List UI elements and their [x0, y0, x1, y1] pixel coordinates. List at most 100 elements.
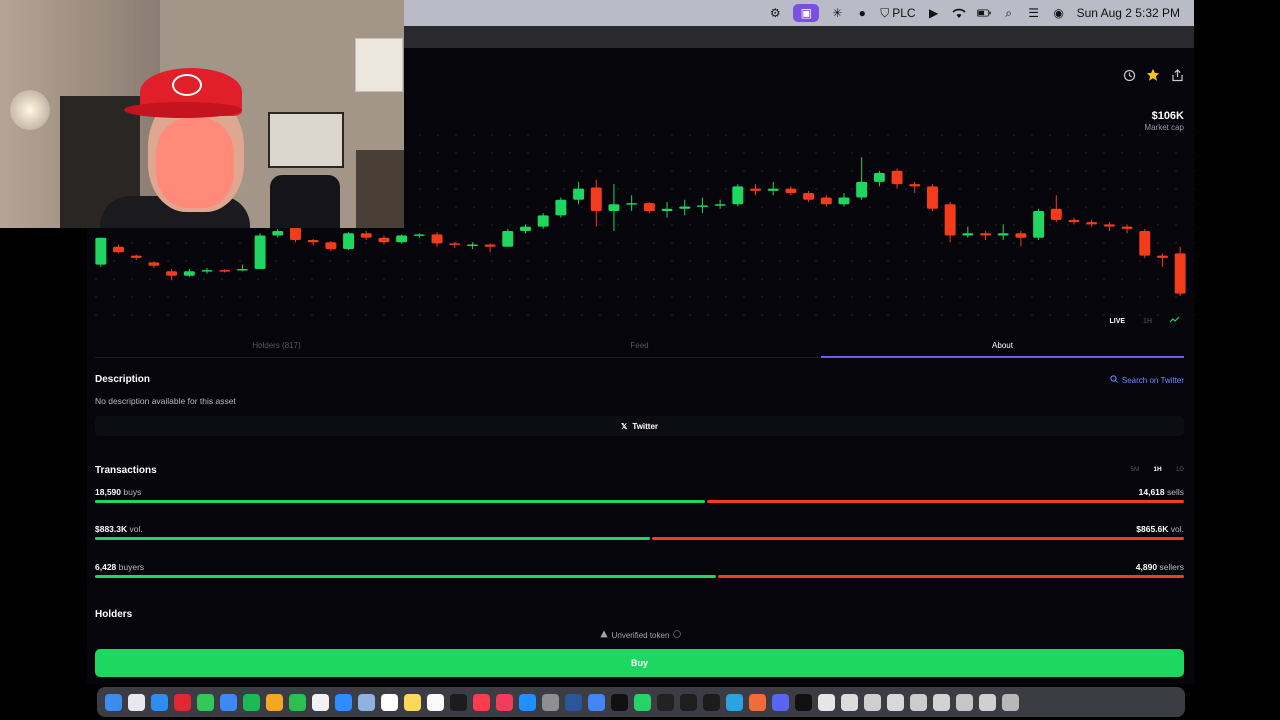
appstore-icon[interactable]: [519, 693, 536, 711]
candle[interactable]: [537, 213, 549, 229]
candle[interactable]: [785, 186, 797, 196]
candle[interactable]: [980, 231, 992, 240]
candle[interactable]: [148, 261, 160, 268]
candle[interactable]: [95, 237, 107, 267]
window-icon-5[interactable]: [956, 693, 973, 711]
facetime-icon[interactable]: [289, 693, 306, 711]
range-1h-button[interactable]: 1H: [1143, 318, 1152, 325]
tiktok-icon[interactable]: [611, 693, 628, 711]
screen-record-icon[interactable]: ▣: [793, 4, 820, 22]
wifi-icon[interactable]: [952, 6, 966, 20]
control-center-icon[interactable]: ☰: [1027, 6, 1041, 20]
settings-icon[interactable]: ⚙: [768, 6, 782, 20]
folder-icon[interactable]: [841, 693, 858, 711]
candle[interactable]: [1156, 253, 1168, 267]
twitter-button[interactable]: 𝕏 Twitter: [95, 416, 1184, 436]
candle[interactable]: [643, 202, 655, 214]
star-icon[interactable]: [1146, 68, 1160, 82]
window-icon-4[interactable]: [933, 693, 950, 711]
window-icon[interactable]: [864, 693, 881, 711]
settings-icon[interactable]: [542, 693, 559, 711]
candle[interactable]: [1068, 217, 1080, 225]
candle[interactable]: [1103, 222, 1115, 232]
candle[interactable]: [997, 224, 1009, 240]
window-icon-6[interactable]: [979, 693, 996, 711]
spotify-icon[interactable]: [243, 693, 260, 711]
period-1d[interactable]: 1D: [1176, 466, 1184, 473]
candle[interactable]: [909, 181, 921, 194]
candle[interactable]: [289, 226, 301, 243]
candle[interactable]: [343, 232, 355, 251]
candle[interactable]: [201, 267, 213, 274]
candle[interactable]: [413, 233, 425, 238]
asterisk-icon[interactable]: [749, 693, 766, 711]
plc-menu[interactable]: ⛉ PLC: [880, 6, 915, 21]
candle[interactable]: [873, 170, 885, 187]
candle[interactable]: [254, 233, 266, 270]
siri-icon[interactable]: ◉: [1052, 6, 1066, 20]
search-icon[interactable]: ⌕: [1002, 6, 1016, 20]
candle[interactable]: [183, 269, 195, 277]
candle[interactable]: [608, 184, 620, 232]
candle[interactable]: [590, 179, 602, 227]
candle[interactable]: [1174, 246, 1186, 296]
candle[interactable]: [1086, 219, 1098, 227]
chrome-icon[interactable]: [588, 693, 605, 711]
terminal-icon[interactable]: [703, 693, 720, 711]
word-icon[interactable]: [565, 693, 582, 711]
music-icon[interactable]: [473, 693, 490, 711]
candle[interactable]: [236, 264, 248, 272]
candle[interactable]: [396, 234, 408, 244]
candle[interactable]: [856, 157, 868, 200]
candle[interactable]: [820, 195, 832, 207]
search-twitter-link[interactable]: Search on Twitter: [1110, 375, 1184, 385]
candle[interactable]: [1033, 208, 1045, 240]
history-icon[interactable]: [1122, 68, 1136, 82]
candle[interactable]: [466, 242, 478, 249]
window-icon-3[interactable]: [910, 693, 927, 711]
discord-icon[interactable]: [772, 693, 789, 711]
candle[interactable]: [130, 254, 142, 261]
buy-button[interactable]: Buy: [95, 649, 1184, 677]
candle[interactable]: [555, 197, 567, 218]
news-icon[interactable]: [496, 693, 513, 711]
candle[interactable]: [307, 238, 319, 246]
window-icon-2[interactable]: [887, 693, 904, 711]
candle[interactable]: [803, 190, 815, 202]
candle[interactable]: [113, 244, 125, 254]
tab-feed[interactable]: Feed: [458, 338, 821, 357]
zoom-icon[interactable]: [335, 693, 352, 711]
info-icon[interactable]: [673, 630, 682, 640]
candle[interactable]: [431, 232, 443, 247]
sparkle-icon[interactable]: ✳: [830, 6, 844, 20]
trash-icon[interactable]: [1002, 693, 1019, 711]
capcut-icon[interactable]: [795, 693, 812, 711]
preview-icon[interactable]: [358, 693, 375, 711]
candle[interactable]: [484, 243, 496, 253]
candle[interactable]: [502, 228, 514, 247]
calendar-icon[interactable]: [312, 693, 329, 711]
messages-icon[interactable]: [197, 693, 214, 711]
candle[interactable]: [732, 184, 744, 207]
candle[interactable]: [679, 199, 691, 216]
finder-icon[interactable]: [105, 693, 122, 711]
candle[interactable]: [1015, 231, 1027, 247]
candle[interactable]: [573, 181, 585, 205]
freeform-icon[interactable]: [427, 693, 444, 711]
camera-icon[interactable]: ●: [855, 6, 869, 20]
menu-clock[interactable]: Sun Aug 2 5:32 PM: [1077, 6, 1180, 20]
candle[interactable]: [219, 269, 231, 273]
candle[interactable]: [962, 226, 974, 238]
candle[interactable]: [891, 168, 903, 189]
candle[interactable]: [767, 181, 779, 196]
candle[interactable]: [378, 235, 390, 245]
candle[interactable]: [1050, 195, 1062, 223]
line-chart-icon[interactable]: [1169, 316, 1180, 326]
battery-icon[interactable]: [976, 6, 991, 20]
document-icon[interactable]: [818, 693, 835, 711]
candle[interactable]: [166, 269, 178, 281]
candle[interactable]: [944, 202, 956, 243]
candle[interactable]: [360, 231, 372, 240]
notes-icon[interactable]: [404, 693, 421, 711]
range-live-button[interactable]: LIVE: [1109, 318, 1125, 325]
